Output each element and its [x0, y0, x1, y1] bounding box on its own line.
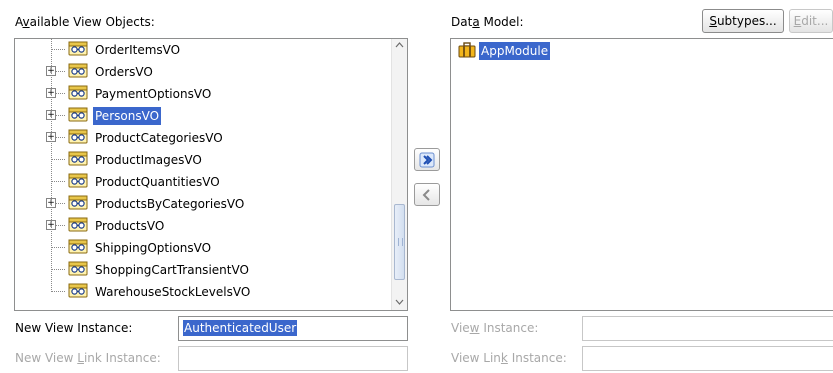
shuttle-right-icon [419, 152, 435, 168]
tree-node[interactable]: ProductImagesVO [15, 149, 393, 171]
vli-label-mnemonic: k [500, 351, 508, 365]
tree-node-label: ShippingOptionsVO [95, 241, 212, 255]
tree-node-label: ShoppingCartTransientVO [95, 263, 249, 277]
tree-node-label: PaymentOptionsVO [95, 87, 212, 101]
view-instance-label: View Instance: [451, 321, 538, 335]
vli-label-part: Instance: [507, 351, 567, 365]
tree-connector-line [51, 247, 65, 248]
view-object-icon [68, 129, 88, 145]
edit-button[interactable]: Edit... [789, 9, 833, 33]
tree-node-label: WarehouseStockLevelsVO [95, 285, 251, 299]
tree-node-label: PersonsVO [93, 107, 162, 125]
view-object-icon [68, 283, 88, 299]
view-object-icon [68, 239, 88, 255]
scroll-up-arrow-icon[interactable] [392, 39, 407, 53]
vertical-scrollbar[interactable] [391, 39, 407, 310]
vi-label-part: Vie [451, 321, 470, 335]
tree-node-label: ProductImagesVO [95, 153, 202, 167]
tree-node-label: OrdersVO [95, 65, 153, 79]
tree-node-label: ProductCategoriesVO [95, 131, 223, 145]
nvli-label-part: New View [15, 351, 78, 365]
scrollbar-thumb[interactable] [394, 204, 405, 280]
tree-node[interactable]: ShoppingCartTransientVO [15, 259, 393, 281]
app-module-icon [458, 42, 476, 58]
view-link-instance-field[interactable] [582, 346, 833, 371]
tree-connector-line [51, 159, 65, 160]
new-view-link-instance-field[interactable] [178, 346, 408, 371]
vi-label-mnemonic: w [469, 321, 480, 335]
tree-node[interactable]: ProductQuantitiesVO [15, 171, 393, 193]
subtypes-mnemonic: S [709, 14, 717, 28]
view-object-icon [68, 41, 88, 57]
view-object-icon [68, 107, 88, 123]
vli-label-part: View Lin [451, 351, 501, 365]
subtypes-button[interactable]: Subtypes... [702, 9, 784, 33]
view-instance-field[interactable] [582, 316, 833, 341]
tree-node[interactable]: + PersonsVO [15, 105, 393, 127]
data-model-label-part: Model: [479, 15, 524, 29]
view-link-instance-label: View Link Instance: [451, 351, 567, 365]
vi-label-part: Instance: [479, 321, 539, 335]
tree-node[interactable]: WarehouseStockLevelsVO [15, 281, 393, 303]
available-view-objects-label: Available View Objects: [15, 15, 155, 29]
tree-node[interactable]: + OrdersVO [15, 61, 393, 83]
available-label-part: ailable View Objects: [29, 15, 155, 29]
nvli-label-part: ink Instance: [83, 351, 161, 365]
tree-node[interactable]: + ProductCategoriesVO [15, 127, 393, 149]
data-model-label-part: Dat [451, 15, 473, 29]
tree-node[interactable]: ShippingOptionsVO [15, 237, 393, 259]
shuttle-left-icon [422, 189, 430, 201]
available-label-mnemonic: v [22, 15, 30, 29]
new-view-link-instance-label: New View Link Instance: [15, 351, 161, 365]
remove-from-data-model-button[interactable] [414, 183, 440, 206]
tree-node[interactable]: OrderItemsVO [15, 39, 393, 61]
add-to-data-model-button[interactable] [414, 148, 440, 171]
view-object-icon [68, 63, 88, 79]
data-model-tree[interactable]: AppModule [450, 38, 833, 311]
tree-connector-line [51, 39, 52, 292]
view-object-icon [68, 261, 88, 277]
view-object-icon [68, 151, 88, 167]
tree-node[interactable]: + PaymentOptionsVO [15, 83, 393, 105]
view-object-icon [68, 217, 88, 233]
tree-connector-line [51, 291, 65, 292]
new-view-instance-field[interactable]: AuthenticatedUser [178, 316, 408, 341]
edit-label: dit... [801, 14, 829, 28]
view-object-icon [68, 195, 88, 211]
available-label-part: A [15, 15, 23, 29]
data-model-label: Data Model: [451, 15, 524, 29]
tree-node-label: ProductQuantitiesVO [95, 175, 220, 189]
available-view-objects-tree[interactable]: OrderItemsVO + OrdersVO + PaymentOptionsVO + P… [14, 38, 408, 311]
scroll-down-arrow-icon[interactable] [392, 296, 407, 310]
tree-node[interactable]: + ProductsVO [15, 215, 393, 237]
tree-connector-line [51, 269, 65, 270]
subtypes-label: ubtypes... [716, 14, 777, 28]
tree-node[interactable]: + ProductsByCategoriesVO [15, 193, 393, 215]
view-object-icon [68, 173, 88, 189]
new-view-instance-label: New View Instance: [15, 321, 133, 335]
view-object-icon [68, 85, 88, 101]
tree-connector-line [51, 49, 65, 50]
tree-connector-line [51, 181, 65, 182]
app-module-node[interactable]: AppModule [479, 42, 551, 60]
data-model-label-mnemonic: a [472, 15, 480, 29]
nvli-label-mnemonic: L [77, 351, 84, 365]
tree-node-label: ProductsByCategoriesVO [95, 197, 245, 211]
new-view-instance-value: AuthenticatedUser [183, 320, 298, 336]
tree-node-label: ProductsVO [95, 219, 165, 233]
tree-node-label: OrderItemsVO [95, 43, 181, 57]
